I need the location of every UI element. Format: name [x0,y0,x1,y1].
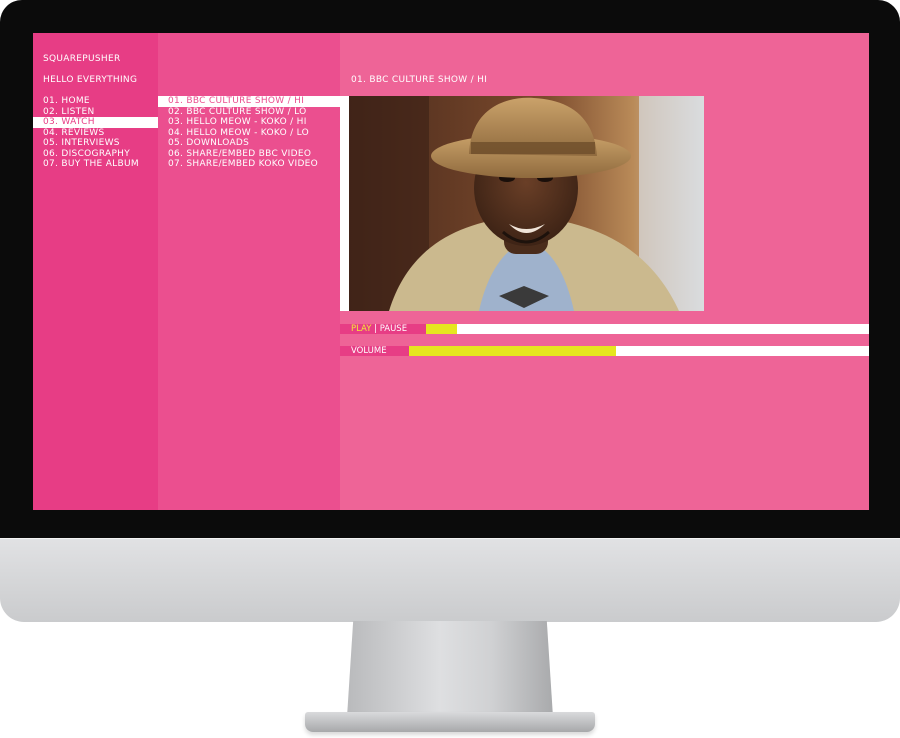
volume-label: VOLUME [340,346,409,356]
progress-fill [426,324,457,334]
video-item-koko-hi[interactable]: 03. HELLO MEOW - KOKO / HI [158,117,340,128]
pause-button[interactable]: PAUSE [380,324,407,334]
video-title: 01. BBC CULTURE SHOW / HI [351,75,488,85]
nav-item-interviews[interactable]: 05. INTERVIEWS [33,138,158,149]
play-pause-separator: | [371,324,380,334]
progress-track[interactable] [426,324,869,334]
video-frame-image [349,96,704,311]
nav-item-reviews[interactable]: 04. REVIEWS [33,128,158,139]
nav-item-listen[interactable]: 02. LISTEN [33,107,158,118]
site-tagline: HELLO EVERYTHING [43,75,138,85]
nav-item-discography[interactable]: 06. DISCOGRAPHY [33,149,158,160]
monitor-chin [0,538,900,622]
video-player[interactable] [349,96,704,311]
site-brand[interactable]: SQUAREPUSHER [43,54,121,64]
volume-controls: VOLUME [340,346,869,356]
play-pause-label: PLAY | PAUSE [340,324,426,334]
video-item-share-koko[interactable]: 07. SHARE/EMBED KOKO VIDEO [158,159,340,170]
main-nav: 01. HOME 02. LISTEN 03. WATCH 04. REVIEW… [33,96,158,170]
nav-item-home[interactable]: 01. HOME [33,96,158,107]
video-item-bbc-lo[interactable]: 02. BBC CULTURE SHOW / LO [158,107,340,118]
monitor-stand [347,621,553,717]
watch-submenu: 01. BBC CULTURE SHOW / HI 02. BBC CULTUR… [158,96,340,170]
play-button[interactable]: PLAY [351,324,371,334]
nav-item-buy-album[interactable]: 07. BUY THE ALBUM [33,159,158,170]
active-item-connector [340,96,349,311]
website-screen: SQUAREPUSHER HELLO EVERYTHING 01. HOME 0… [33,33,869,510]
video-item-bbc-hi[interactable]: 01. BBC CULTURE SHOW / HI [158,96,340,107]
monitor-stand-base [305,712,595,732]
volume-fill [409,346,616,356]
video-item-koko-lo[interactable]: 04. HELLO MEOW - KOKO / LO [158,128,340,139]
nav-item-watch[interactable]: 03. WATCH [33,117,158,128]
video-item-downloads[interactable]: 05. DOWNLOADS [158,138,340,149]
playback-controls: PLAY | PAUSE [340,324,869,334]
video-item-share-bbc[interactable]: 06. SHARE/EMBED BBC VIDEO [158,149,340,160]
volume-track[interactable] [409,346,869,356]
